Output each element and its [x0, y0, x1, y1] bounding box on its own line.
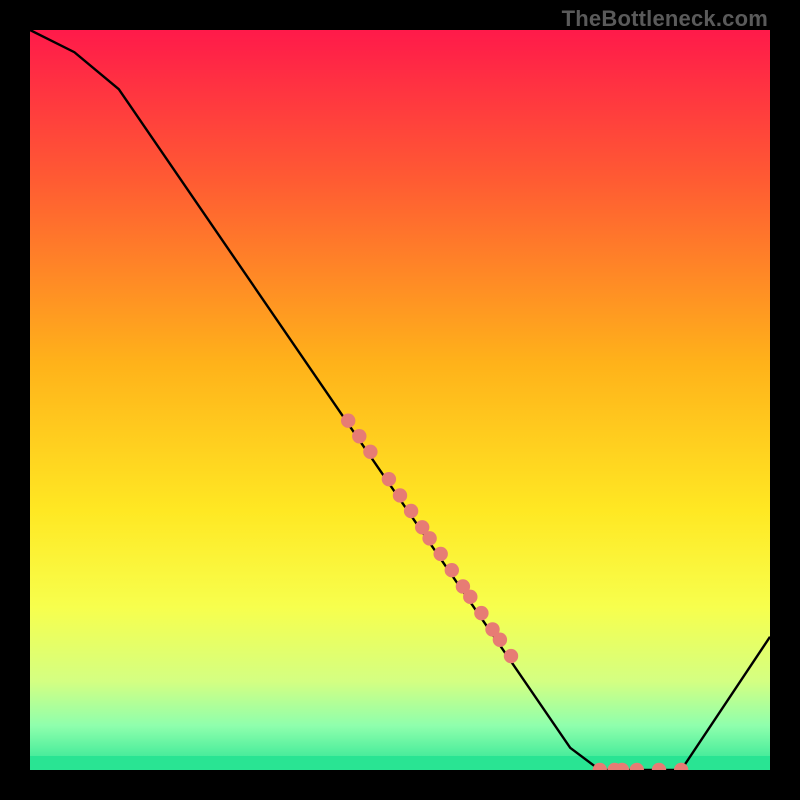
- chart-frame: TheBottleneck.com: [0, 0, 800, 800]
- data-marker: [445, 563, 459, 577]
- data-marker: [404, 504, 418, 518]
- data-marker: [493, 633, 507, 647]
- bottleneck-chart: [30, 30, 770, 770]
- data-marker: [363, 445, 377, 459]
- data-marker: [504, 649, 518, 663]
- data-marker: [474, 606, 488, 620]
- data-marker: [434, 547, 448, 561]
- data-marker: [422, 531, 436, 545]
- gradient-background: [30, 30, 770, 770]
- data-marker: [463, 590, 477, 604]
- data-marker: [382, 472, 396, 486]
- watermark-label: TheBottleneck.com: [562, 6, 768, 32]
- data-marker: [341, 414, 355, 428]
- data-marker: [352, 429, 366, 443]
- data-marker: [393, 488, 407, 502]
